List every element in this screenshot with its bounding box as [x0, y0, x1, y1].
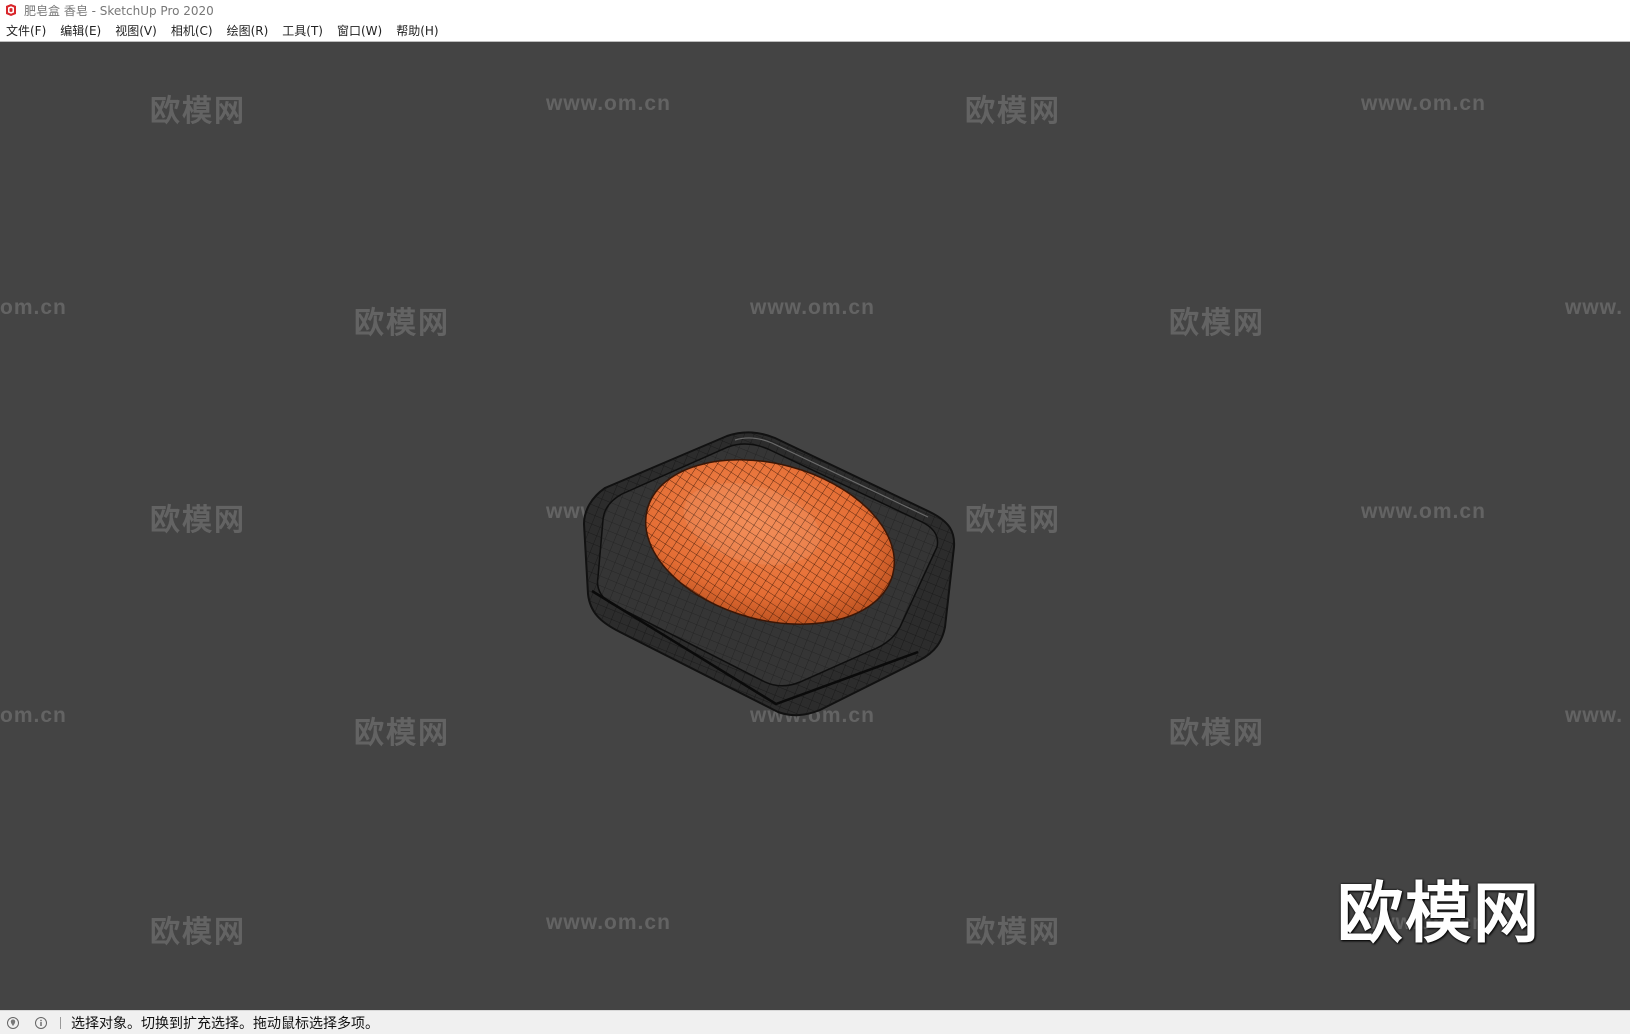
window-title: 肥皂盒 香皂 - SketchUp Pro 2020 — [24, 3, 214, 18]
menu-bar: 文件(F) 编辑(E) 视图(V) 相机(C) 绘图(R) 工具(T) 窗口(W… — [0, 20, 1630, 42]
status-bar: 选择对象。切换到扩充选择。拖动鼠标选择多项。 — [0, 1010, 1630, 1034]
menu-help[interactable]: 帮助(H) — [389, 22, 445, 39]
geolocation-icon[interactable] — [6, 1016, 20, 1030]
menu-draw[interactable]: 绘图(R) — [220, 22, 276, 39]
title-bar: 肥皂盒 香皂 - SketchUp Pro 2020 — [0, 0, 1630, 20]
status-message: 选择对象。切换到扩充选择。拖动鼠标选择多项。 — [71, 1015, 379, 1032]
menu-file[interactable]: 文件(F) — [0, 22, 53, 39]
brand-logo: 欧模网 — [1337, 875, 1541, 952]
status-separator — [60, 1016, 61, 1029]
menu-window[interactable]: 窗口(W) — [330, 22, 389, 39]
modeling-viewport[interactable]: 欧模网 www.om.cn 欧模网 www.om.cn om.cn 欧模网 ww… — [0, 42, 1630, 1010]
info-icon[interactable] — [34, 1016, 48, 1030]
menu-camera[interactable]: 相机(C) — [164, 22, 220, 39]
menu-edit[interactable]: 编辑(E) — [53, 22, 108, 39]
sketchup-logo-icon — [6, 4, 16, 16]
menu-view[interactable]: 视图(V) — [108, 22, 164, 39]
menu-tools[interactable]: 工具(T) — [275, 22, 330, 39]
